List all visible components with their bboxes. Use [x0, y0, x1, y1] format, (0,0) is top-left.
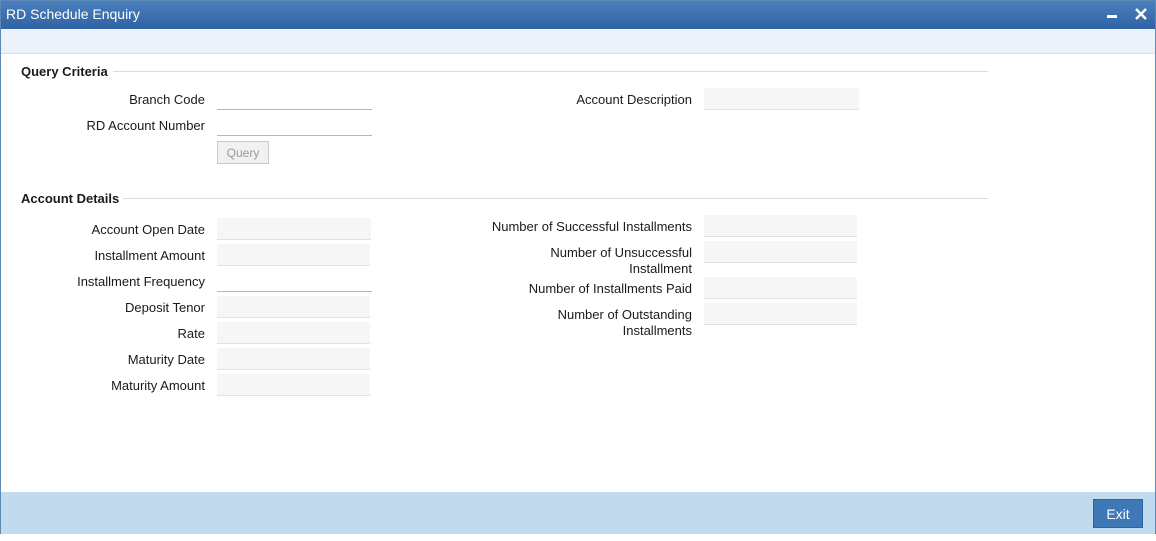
unsuccessful-installment-label-line2: Installment	[629, 261, 692, 276]
maturity-amount-label: Maturity Amount	[111, 378, 205, 393]
footer-bar: Exit	[1, 492, 1155, 534]
toolbar-band	[1, 29, 1155, 54]
rd-schedule-enquiry-window: RD Schedule Enquiry Query Criteria Branc…	[0, 0, 1156, 534]
maturity-date-field	[217, 348, 370, 370]
minimize-icon[interactable]	[1103, 4, 1123, 24]
installment-frequency-label: Installment Frequency	[77, 274, 205, 289]
maturity-date-label: Maturity Date	[127, 352, 205, 367]
outstanding-installments-label: Number of Outstanding Installments	[441, 307, 692, 339]
installments-paid-field	[704, 277, 857, 299]
rate-label: Rate	[177, 326, 205, 341]
outstanding-installments-field	[704, 303, 857, 325]
account-open-date-label: Account Open Date	[91, 222, 205, 237]
query-criteria-heading: Query Criteria	[21, 64, 108, 79]
unsuccessful-installment-label: Number of Unsuccessful Installment	[441, 245, 692, 277]
unsuccessful-installment-field	[704, 241, 857, 263]
title-bar: RD Schedule Enquiry	[1, 1, 1155, 29]
account-description-label: Account Description	[576, 92, 692, 107]
installment-frequency-field[interactable]	[217, 270, 372, 292]
installments-paid-label: Number of Installments Paid	[528, 281, 692, 296]
unsuccessful-installment-label-line1: Number of Unsuccessful	[550, 245, 692, 260]
branch-code-label: Branch Code	[129, 92, 205, 107]
maturity-amount-field	[217, 374, 370, 396]
successful-installments-label: Number of Successful Installments	[491, 219, 692, 234]
account-description-field	[704, 88, 859, 110]
rate-field	[217, 322, 370, 344]
window-title: RD Schedule Enquiry	[6, 6, 140, 22]
query-button[interactable]: Query	[217, 141, 269, 164]
outstanding-installments-label-line2: Installments	[622, 323, 692, 338]
successful-installments-field	[704, 215, 857, 237]
section-divider	[123, 198, 988, 199]
account-details-heading: Account Details	[21, 191, 120, 206]
close-icon[interactable]	[1131, 4, 1151, 24]
outstanding-installments-label-line1: Number of Outstanding	[557, 307, 692, 322]
account-open-date-field	[217, 218, 371, 240]
installment-amount-label: Installment Amount	[94, 248, 205, 263]
section-divider	[113, 71, 988, 72]
installment-amount-field	[217, 244, 370, 266]
deposit-tenor-label: Deposit Tenor	[125, 300, 205, 315]
deposit-tenor-field	[217, 296, 370, 318]
rd-account-number-input[interactable]	[217, 114, 372, 136]
rd-account-number-label: RD Account Number	[86, 118, 206, 133]
exit-button[interactable]: Exit	[1093, 499, 1143, 528]
branch-code-input[interactable]	[217, 88, 372, 110]
